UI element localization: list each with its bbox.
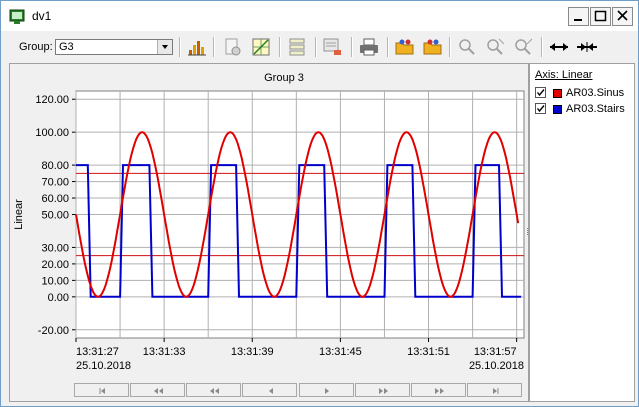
scroll-step-back-button[interactable] [242,383,297,397]
legend-panel: Axis: Linear AR03.Sinus AR03.Stairs [529,63,635,402]
color-swatch [553,105,562,114]
app-window: dv1 Group: G3 Group 3 Linear -20.00 0.00… [0,0,639,407]
folder-save-icon[interactable] [421,36,445,58]
toolbar: Group: G3 [1,32,638,62]
app-icon [9,9,25,24]
toolbar-separator [179,37,181,57]
expand-horizontal-icon[interactable] [547,36,571,58]
maximize-icon [594,10,607,22]
x-tick-label: 13:31:45 [319,346,362,358]
x-date-label-right: 25.10.2018 [469,360,524,372]
scroll-back-button[interactable] [186,383,241,397]
y-tick-label: 20.00 [41,259,69,271]
export-data-icon[interactable] [321,36,345,58]
scroll-last-button[interactable] [467,383,522,397]
x-date-label-left: 25.10.2018 [76,360,131,372]
y-tick-label: 10.00 [41,275,69,287]
printer-icon[interactable] [357,36,381,58]
y-axis-label: Linear [13,199,25,230]
toolbar-separator [449,37,451,57]
fast-rewind-icon [154,388,163,394]
toolbar-separator [387,37,389,57]
skip-end-icon [493,388,499,394]
legend-title: Axis: Linear [535,69,593,81]
scroll-first-button[interactable] [74,383,129,397]
bar-chart-icon[interactable] [185,36,209,58]
close-button[interactable] [612,7,633,26]
y-tick-label: 50.00 [41,210,69,222]
title-bar[interactable]: dv1 [1,1,638,31]
toolbar-separator [315,37,317,57]
y-tick-label: 120.00 [35,94,69,106]
step-back-icon [269,388,273,394]
group-label: Group: [19,41,53,53]
legend-label: AR03.Sinus [566,87,625,99]
rewind-icon [210,388,219,394]
list-rows-icon[interactable] [285,36,309,58]
time-scrollbar [74,383,524,397]
chart-panel: Group 3 Linear -20.00 0.00 10.00 20.00 30.00 50… [9,63,529,402]
step-forward-icon [325,388,329,394]
zoom-out-icon[interactable] [511,36,535,58]
legend-label: AR03.Stairs [566,103,625,115]
y-tick-label: 30.00 [41,242,69,254]
group-select[interactable]: G3 [55,39,173,55]
color-swatch [553,89,562,98]
x-tick-label: 13:31:39 [231,346,274,358]
minimize-icon [574,19,582,21]
y-tick-label: 80.00 [41,160,69,172]
toolbar-separator [279,37,281,57]
x-tick-label: 13:31:33 [143,346,186,358]
toolbar-separator [351,37,353,57]
y-tick-label: 100.00 [35,127,69,139]
group-select-value: G3 [59,41,74,53]
y-tick-label: 60.00 [41,193,69,205]
zoom-icon[interactable] [455,36,479,58]
zoom-in-icon[interactable] [483,36,507,58]
maximize-button[interactable] [590,7,611,26]
toolbar-separator [541,37,543,57]
fast-forward-icon [435,388,444,394]
grid-axes-icon[interactable] [249,36,273,58]
y-tick-label: 70.00 [41,177,69,189]
window-title: dv1 [32,9,52,23]
close-icon [617,10,628,21]
chart-title: Group 3 [264,72,304,84]
x-tick-label: 13:31:51 [407,346,450,358]
chart[interactable]: Group 3 Linear -20.00 0.00 10.00 20.00 30.00 50… [10,64,528,401]
compress-horizontal-icon[interactable] [575,36,599,58]
toolbar-separator [213,37,215,57]
x-tick-label: 13:31:57 [474,346,517,358]
scroll-fast-forward-button[interactable] [411,383,466,397]
checkbox-stairs[interactable] [535,103,546,114]
scroll-forward-button[interactable] [355,383,410,397]
skip-start-icon [99,388,105,394]
minimize-button[interactable] [568,7,589,26]
chevron-down-icon[interactable] [157,40,172,54]
forward-icon [379,388,388,394]
scroll-step-forward-button[interactable] [299,383,354,397]
x-tick-label: 13:31:27 [76,346,119,358]
checkbox-sinus[interactable] [535,87,546,98]
document-gear-icon[interactable] [221,36,245,58]
folder-open-icon[interactable] [393,36,417,58]
y-tick-label: -20.00 [38,325,69,337]
y-tick-label: 0.00 [48,292,69,304]
scroll-fast-back-button[interactable] [130,383,185,397]
